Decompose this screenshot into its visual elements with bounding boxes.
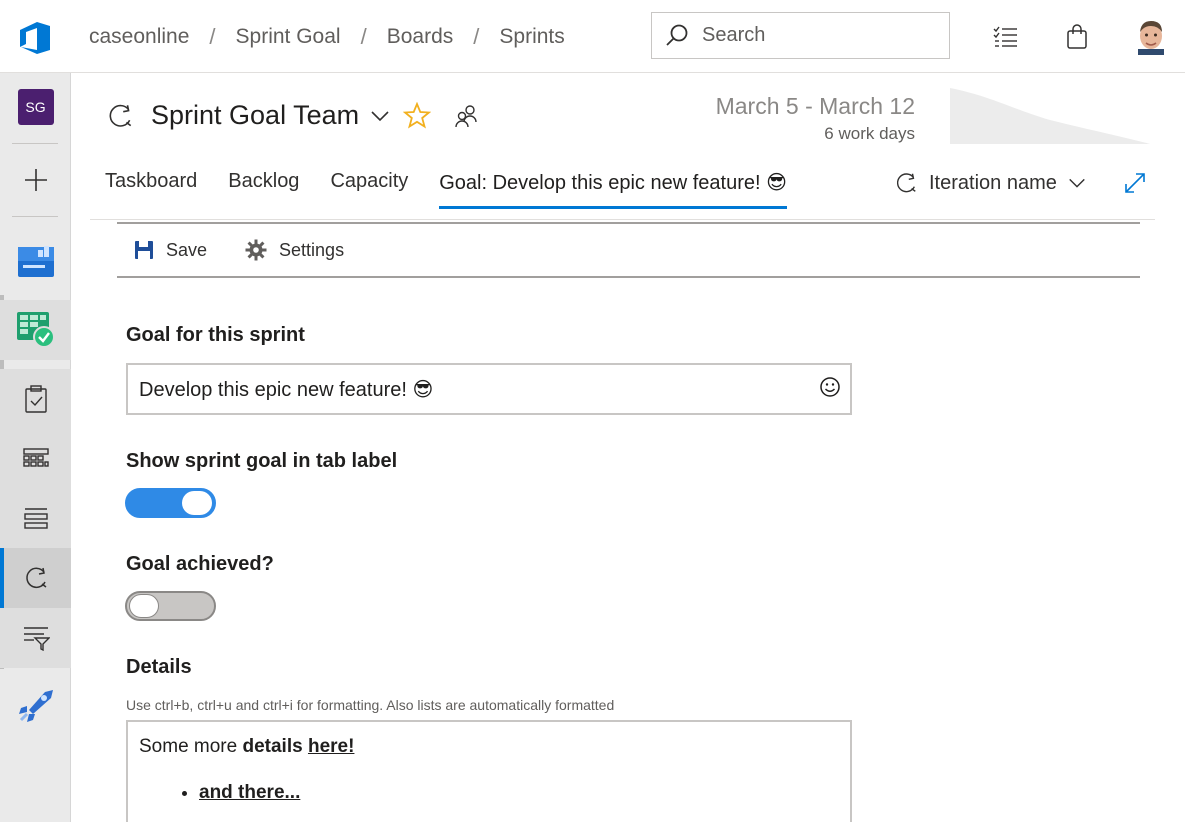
left-navigation-rail: SG — [0, 73, 71, 822]
save-floppy-icon — [135, 241, 153, 259]
rail-divider — [12, 143, 58, 144]
breadcrumb: caseonline / Sprint Goal / Boards / Spri… — [89, 24, 565, 50]
filter-query-icon — [23, 627, 50, 651]
breadcrumb-boards[interactable]: Boards — [387, 25, 454, 49]
tab-goal[interactable]: Goal: Develop this epic new feature! 😎 — [439, 170, 787, 209]
details-text: Some more — [139, 736, 243, 757]
goal-toolbar: Save Settings — [117, 222, 1140, 278]
burndown-sparkline[interactable] — [950, 88, 1150, 144]
rail-item-pipelines[interactable] — [0, 675, 71, 735]
details-bold-text: details — [242, 736, 303, 757]
work-days: 6 work days — [824, 124, 915, 143]
breadcrumb-sprints[interactable]: Sprints — [499, 25, 564, 49]
settings-label: Settings — [279, 239, 345, 260]
project-tile[interactable]: SG — [0, 77, 71, 137]
list-item: and there... — [199, 782, 839, 804]
rail-item-work-items[interactable] — [0, 369, 71, 429]
shopping-bag-icon[interactable] — [1064, 24, 1090, 50]
sprint-dates: March 5 - March 12 6 work days — [680, 93, 915, 144]
active-indicator — [0, 548, 4, 608]
sprint-cycle-icon — [896, 173, 916, 193]
rail-item-queries[interactable] — [0, 608, 71, 668]
goal-achieved-toggle[interactable] — [125, 591, 216, 621]
board-grid-icon — [22, 448, 49, 467]
rail-item-backlogs[interactable] — [0, 489, 71, 549]
goal-achieved-label: Goal achieved? — [126, 553, 274, 575]
pipelines-icon — [18, 690, 53, 722]
tab-capacity[interactable]: Capacity — [330, 170, 408, 209]
toggle-knob — [129, 594, 159, 618]
rail-divider — [12, 216, 58, 217]
task-list-icon[interactable] — [992, 24, 1018, 50]
overview-icon — [17, 246, 54, 277]
avatar[interactable] — [1134, 17, 1168, 55]
plus-icon — [24, 169, 47, 191]
details-line: Some more details here! — [139, 736, 839, 758]
search-icon — [666, 24, 688, 46]
tab-backlog[interactable]: Backlog — [228, 170, 299, 209]
save-label: Save — [166, 239, 208, 260]
sprint-cycle-icon — [109, 104, 132, 127]
show-in-tab-toggle[interactable] — [125, 488, 216, 518]
header-divider — [90, 219, 1155, 220]
gear-icon — [245, 239, 267, 261]
details-hint: Use ctrl+b, ctrl+u and ctrl+i for format… — [126, 697, 615, 713]
breadcrumb-separator: / — [473, 24, 480, 49]
search-placeholder: Search — [702, 24, 766, 46]
breadcrumb-org[interactable]: caseonline — [89, 25, 189, 49]
details-list: and there... — [199, 782, 839, 804]
backlog-icon — [23, 508, 48, 529]
boards-icon — [16, 312, 55, 348]
rail-item-boards[interactable] — [0, 300, 71, 360]
breadcrumb-separator: / — [209, 24, 216, 49]
emoji-picker-icon[interactable] — [819, 376, 841, 398]
toggle-knob — [182, 491, 212, 515]
goal-input[interactable]: Develop this epic new feature! 😎 — [126, 363, 852, 415]
expand-fullscreen-icon[interactable] — [1123, 171, 1147, 195]
goal-label: Goal for this sprint — [126, 324, 305, 346]
search-box[interactable]: Search — [651, 12, 950, 59]
new-item-button[interactable] — [0, 150, 71, 210]
iteration-picker[interactable]: Iteration name — [893, 170, 1087, 196]
show-in-tab-label: Show sprint goal in tab label — [126, 450, 398, 472]
details-editor[interactable]: Some more details here! and there... — [126, 720, 852, 822]
goal-input-value: Develop this epic new feature! 😎 — [139, 378, 434, 401]
project-initials: SG — [17, 89, 54, 125]
team-name[interactable]: Sprint Goal Team — [151, 100, 359, 131]
azure-devops-logo-icon[interactable] — [17, 20, 53, 56]
team-members-icon[interactable] — [453, 102, 481, 130]
chevron-down-icon[interactable] — [369, 105, 391, 127]
iteration-name: Iteration name — [929, 171, 1057, 194]
chevron-down-icon — [1069, 178, 1085, 188]
rail-item-overview[interactable] — [0, 230, 71, 290]
rail-item-boards-grid[interactable] — [0, 429, 71, 489]
details-underlined-text: here! — [307, 736, 355, 757]
settings-button[interactable]: Settings — [245, 239, 344, 261]
rail-item-sprints[interactable] — [0, 548, 71, 608]
tab-bar: Taskboard Backlog Capacity Goal: Develop… — [105, 170, 818, 209]
list-item-text: and there... — [199, 782, 301, 803]
breadcrumb-separator: / — [360, 24, 367, 49]
tab-taskboard[interactable]: Taskboard — [105, 170, 197, 209]
team-header: Sprint Goal Team — [105, 100, 481, 131]
favorite-star-icon[interactable] — [403, 101, 432, 130]
date-range: March 5 - March 12 — [715, 93, 915, 119]
breadcrumb-project[interactable]: Sprint Goal — [236, 25, 341, 49]
top-bar: caseonline / Sprint Goal / Boards / Spri… — [0, 0, 1185, 73]
sprint-cycle-icon — [25, 567, 46, 589]
save-button[interactable]: Save — [134, 240, 207, 261]
details-label: Details — [126, 656, 192, 678]
clipboard-icon — [24, 385, 47, 413]
